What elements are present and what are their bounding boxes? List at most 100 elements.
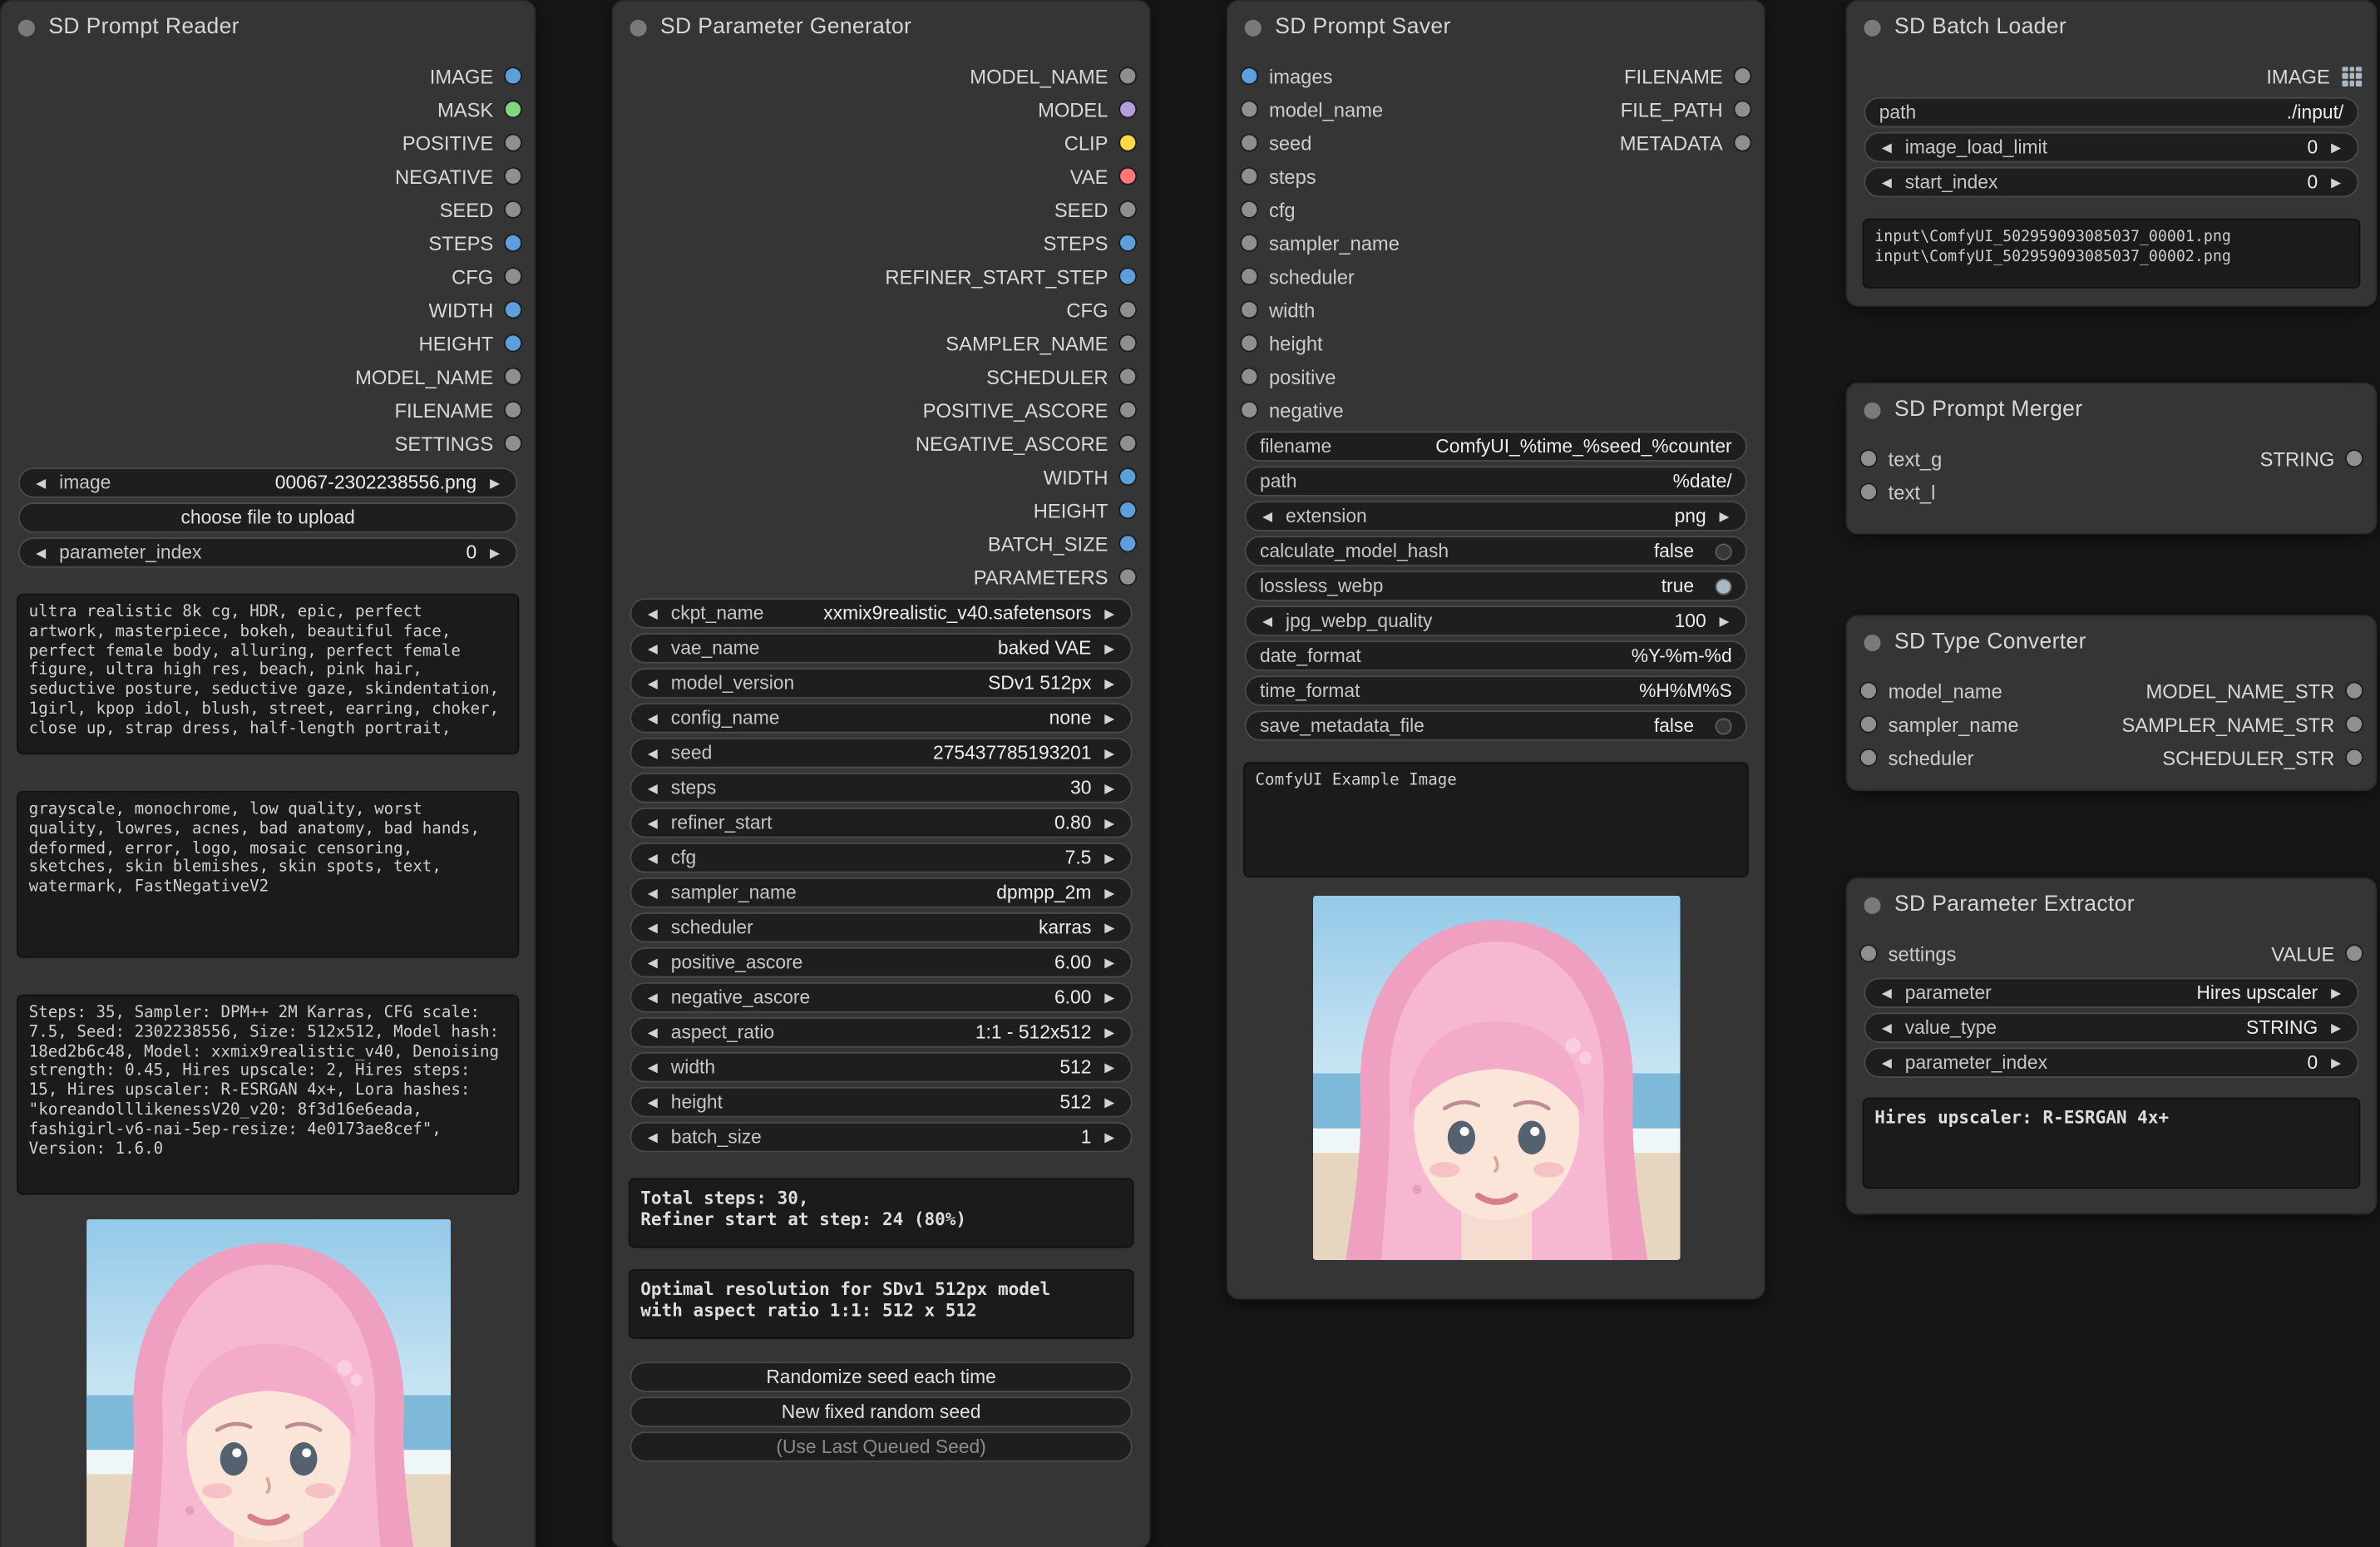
arrow-left-icon[interactable]: ◀ [645, 782, 660, 795]
negative-prompt-textarea[interactable]: grayscale, monochrome, low quality, wors… [17, 791, 519, 958]
arrow-left-icon[interactable]: ◀ [645, 1130, 660, 1144]
arrow-right-icon[interactable]: ▶ [487, 546, 502, 560]
output-port[interactable] [1120, 569, 1135, 584]
arrow-left-icon[interactable]: ◀ [1879, 1021, 1894, 1035]
output-port[interactable] [506, 302, 521, 317]
randomize-seed-button[interactable]: Randomize seed each time [630, 1362, 1132, 1392]
arrow-left-icon[interactable]: ◀ [645, 1026, 660, 1039]
output-port[interactable] [2347, 683, 2362, 698]
output-port[interactable] [506, 68, 521, 83]
collapse-dot-icon[interactable] [1864, 897, 1880, 913]
collapse-dot-icon[interactable] [1864, 634, 1880, 650]
arrow-right-icon[interactable]: ▶ [1102, 956, 1117, 969]
scheduler-widget[interactable]: ◀schedulerkarras▶ [630, 912, 1132, 943]
grid-output-port-icon[interactable] [2342, 66, 2362, 86]
output-port[interactable] [1120, 68, 1135, 83]
file-list-area[interactable]: input\ComfyUI_502959093085037_00001.png … [1863, 219, 2361, 289]
input-port[interactable] [1242, 302, 1257, 317]
node-sd-prompt-reader[interactable]: SD Prompt Reader IMAGE MASK POSITIVE NEG… [0, 0, 536, 1547]
node-graph-canvas[interactable]: SD Prompt Reader IMAGE MASK POSITIVE NEG… [0, 0, 2380, 1547]
config-name-widget[interactable]: ◀config_namenone▶ [630, 703, 1132, 734]
arrow-left-icon[interactable]: ◀ [645, 677, 660, 690]
negative-ascore-widget[interactable]: ◀negative_ascore6.00▶ [630, 982, 1132, 1013]
arrow-left-icon[interactable]: ◀ [645, 747, 660, 760]
input-port[interactable] [1861, 451, 1876, 466]
node-titlebar[interactable]: SD Prompt Merger [1847, 384, 2375, 436]
node-sd-type-converter[interactable]: SD Type Converter model_name MODEL_NAME_… [1846, 615, 2378, 791]
output-port[interactable] [1120, 469, 1135, 484]
refiner-start-widget[interactable]: ◀refiner_start0.80▶ [630, 808, 1132, 838]
output-port[interactable] [506, 235, 521, 250]
filename-widget[interactable]: filenameComfyUI_%time_%seed_%counter [1245, 431, 1747, 462]
arrow-left-icon[interactable]: ◀ [645, 852, 660, 865]
path-widget[interactable]: path%date/ [1245, 466, 1747, 497]
output-port[interactable] [1120, 335, 1135, 350]
input-port[interactable] [1861, 683, 1876, 698]
node-titlebar[interactable]: SD Prompt Saver [1228, 2, 1764, 53]
arrow-left-icon[interactable]: ◀ [645, 887, 660, 900]
output-port[interactable] [1120, 369, 1135, 384]
output-port[interactable] [1735, 101, 1750, 116]
arrow-left-icon[interactable]: ◀ [33, 477, 48, 490]
input-port[interactable] [1242, 403, 1257, 418]
collapse-dot-icon[interactable] [630, 19, 646, 36]
output-port[interactable] [1120, 235, 1135, 250]
arrow-left-icon[interactable]: ◀ [33, 546, 48, 560]
arrow-right-icon[interactable]: ▶ [1102, 1095, 1117, 1109]
optimal-resolution-info[interactable]: Optimal resolution for SDv1 512px model … [629, 1269, 1134, 1339]
collapse-dot-icon[interactable] [1864, 402, 1880, 418]
arrow-right-icon[interactable]: ▶ [1102, 817, 1117, 830]
cfg-widget[interactable]: ◀cfg7.5▶ [630, 843, 1132, 873]
output-port[interactable] [506, 202, 521, 217]
node-sd-parameter-generator[interactable]: SD Parameter Generator MODEL_NAME MODEL … [612, 0, 1151, 1547]
input-port[interactable] [1861, 750, 1876, 765]
input-port[interactable] [1242, 68, 1257, 83]
input-port[interactable] [1242, 135, 1257, 150]
arrow-right-icon[interactable]: ▶ [1102, 887, 1117, 900]
seed-widget[interactable]: ◀seed275437785193201▶ [630, 738, 1132, 769]
output-port[interactable] [1120, 403, 1135, 418]
input-port[interactable] [1242, 202, 1257, 217]
lossless-webp-toggle[interactable]: lossless_webptrue [1245, 571, 1747, 601]
total-steps-info[interactable]: Total steps: 30, Refiner start at step: … [629, 1178, 1134, 1248]
arrow-left-icon[interactable]: ◀ [645, 1095, 660, 1109]
arrow-left-icon[interactable]: ◀ [645, 1060, 660, 1074]
arrow-left-icon[interactable]: ◀ [1879, 175, 1894, 189]
parameter-index-widget[interactable]: ◀ parameter_index 0 ▶ [18, 537, 518, 568]
output-port[interactable] [1120, 101, 1135, 116]
save-metadata-file-toggle[interactable]: save_metadata_filefalse [1245, 710, 1747, 741]
use-last-seed-button[interactable]: (Use Last Queued Seed) [630, 1431, 1132, 1462]
arrow-right-icon[interactable]: ▶ [1102, 677, 1117, 690]
arrow-left-icon[interactable]: ◀ [1260, 615, 1275, 628]
arrow-right-icon[interactable]: ▶ [2328, 175, 2343, 189]
arrow-left-icon[interactable]: ◀ [645, 922, 660, 935]
preview-text-area[interactable]: ComfyUI Example Image [1243, 762, 1749, 877]
arrow-right-icon[interactable]: ▶ [1102, 1060, 1117, 1074]
arrow-left-icon[interactable]: ◀ [1879, 1056, 1894, 1070]
jpg-webp-quality-widget[interactable]: ◀jpg_webp_quality100▶ [1245, 605, 1747, 636]
output-port[interactable] [506, 369, 521, 384]
vae-name-widget[interactable]: ◀vae_namebaked VAE▶ [630, 633, 1132, 664]
arrow-right-icon[interactable]: ▶ [2328, 141, 2343, 154]
node-titlebar[interactable]: SD Prompt Reader [2, 2, 535, 53]
path-widget[interactable]: path./input/ [1864, 97, 2358, 128]
calculate-model-hash-toggle[interactable]: calculate_model_hashfalse [1245, 536, 1747, 566]
output-port[interactable] [506, 269, 521, 284]
toggle-indicator-icon[interactable] [1716, 717, 1732, 734]
output-port[interactable] [2347, 717, 2362, 732]
node-sd-parameter-extractor[interactable]: SD Parameter Extractor settings VALUE ◀p… [1846, 877, 2378, 1214]
output-port[interactable] [506, 169, 521, 184]
arrow-left-icon[interactable]: ◀ [645, 817, 660, 830]
arrow-right-icon[interactable]: ▶ [1102, 642, 1117, 655]
node-sd-batch-loader[interactable]: SD Batch Loader IMAGE path./input/ ◀imag… [1846, 0, 2378, 307]
input-port[interactable] [1861, 946, 1876, 961]
arrow-left-icon[interactable]: ◀ [645, 642, 660, 655]
input-port[interactable] [1242, 335, 1257, 350]
output-port[interactable] [506, 436, 521, 451]
output-port[interactable] [1120, 269, 1135, 284]
arrow-right-icon[interactable]: ▶ [487, 477, 502, 490]
arrow-left-icon[interactable]: ◀ [1879, 141, 1894, 154]
arrow-right-icon[interactable]: ▶ [1716, 510, 1731, 523]
width-widget[interactable]: ◀width512▶ [630, 1052, 1132, 1083]
arrow-right-icon[interactable]: ▶ [1102, 782, 1117, 795]
